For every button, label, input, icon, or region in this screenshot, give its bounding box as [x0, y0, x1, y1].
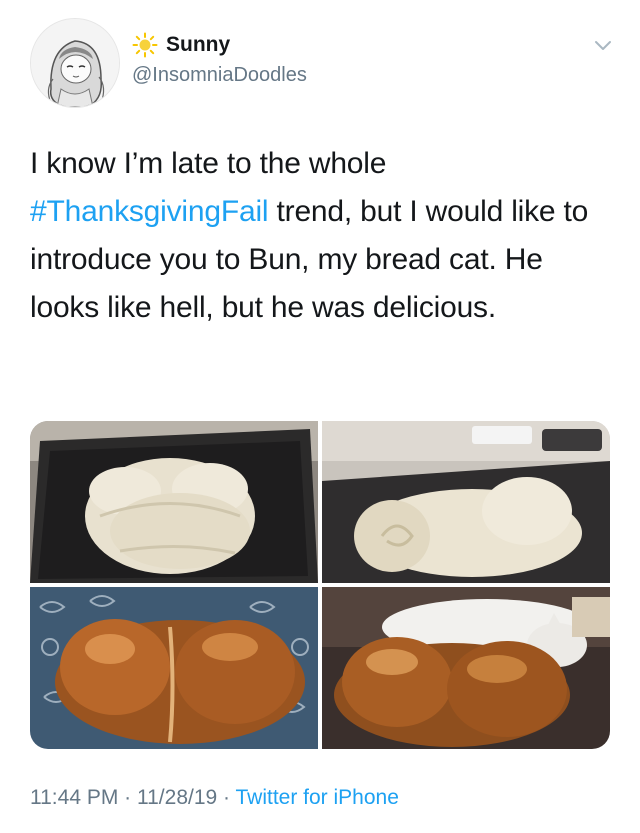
photo-baked-bread-top-image: [30, 587, 318, 749]
tweet: Sunny @InsomniaDoodles I know I’m late t…: [0, 0, 640, 833]
photo-raw-dough-side-image: [322, 421, 610, 583]
display-name-row: Sunny: [132, 30, 307, 60]
photo-grid: [30, 421, 610, 749]
tweet-text-part: I know I’m late to the whole: [30, 147, 387, 180]
avatar[interactable]: [30, 18, 120, 108]
separator: ·: [217, 786, 236, 809]
photo-raw-dough-top[interactable]: [30, 421, 318, 583]
photo-baked-bread-with-cat-image: [322, 587, 610, 749]
display-name[interactable]: Sunny: [166, 33, 230, 57]
tweet-source-link[interactable]: Twitter for iPhone: [235, 786, 398, 809]
avatar-drawing: [31, 19, 119, 107]
hashtag-link[interactable]: #ThanksgivingFail: [30, 195, 269, 228]
photo-baked-bread-top[interactable]: [30, 587, 318, 749]
author-names[interactable]: Sunny @InsomniaDoodles: [132, 30, 307, 87]
chevron-down-icon[interactable]: [594, 40, 612, 52]
photo-raw-dough-top-image: [30, 421, 318, 583]
sun-icon: [132, 32, 158, 58]
tweet-date[interactable]: 11/28/19: [137, 786, 217, 809]
tweet-meta: 11:44 PM · 11/28/19 · Twitter for iPhone: [30, 786, 399, 810]
photo-baked-bread-with-cat[interactable]: [322, 587, 610, 749]
user-handle[interactable]: @InsomniaDoodles: [132, 64, 307, 87]
photo-raw-dough-side[interactable]: [322, 421, 610, 583]
separator: ·: [118, 786, 137, 809]
tweet-text: I know I’m late to the whole #Thanksgivi…: [30, 140, 605, 332]
tweet-time[interactable]: 11:44 PM: [30, 786, 118, 809]
